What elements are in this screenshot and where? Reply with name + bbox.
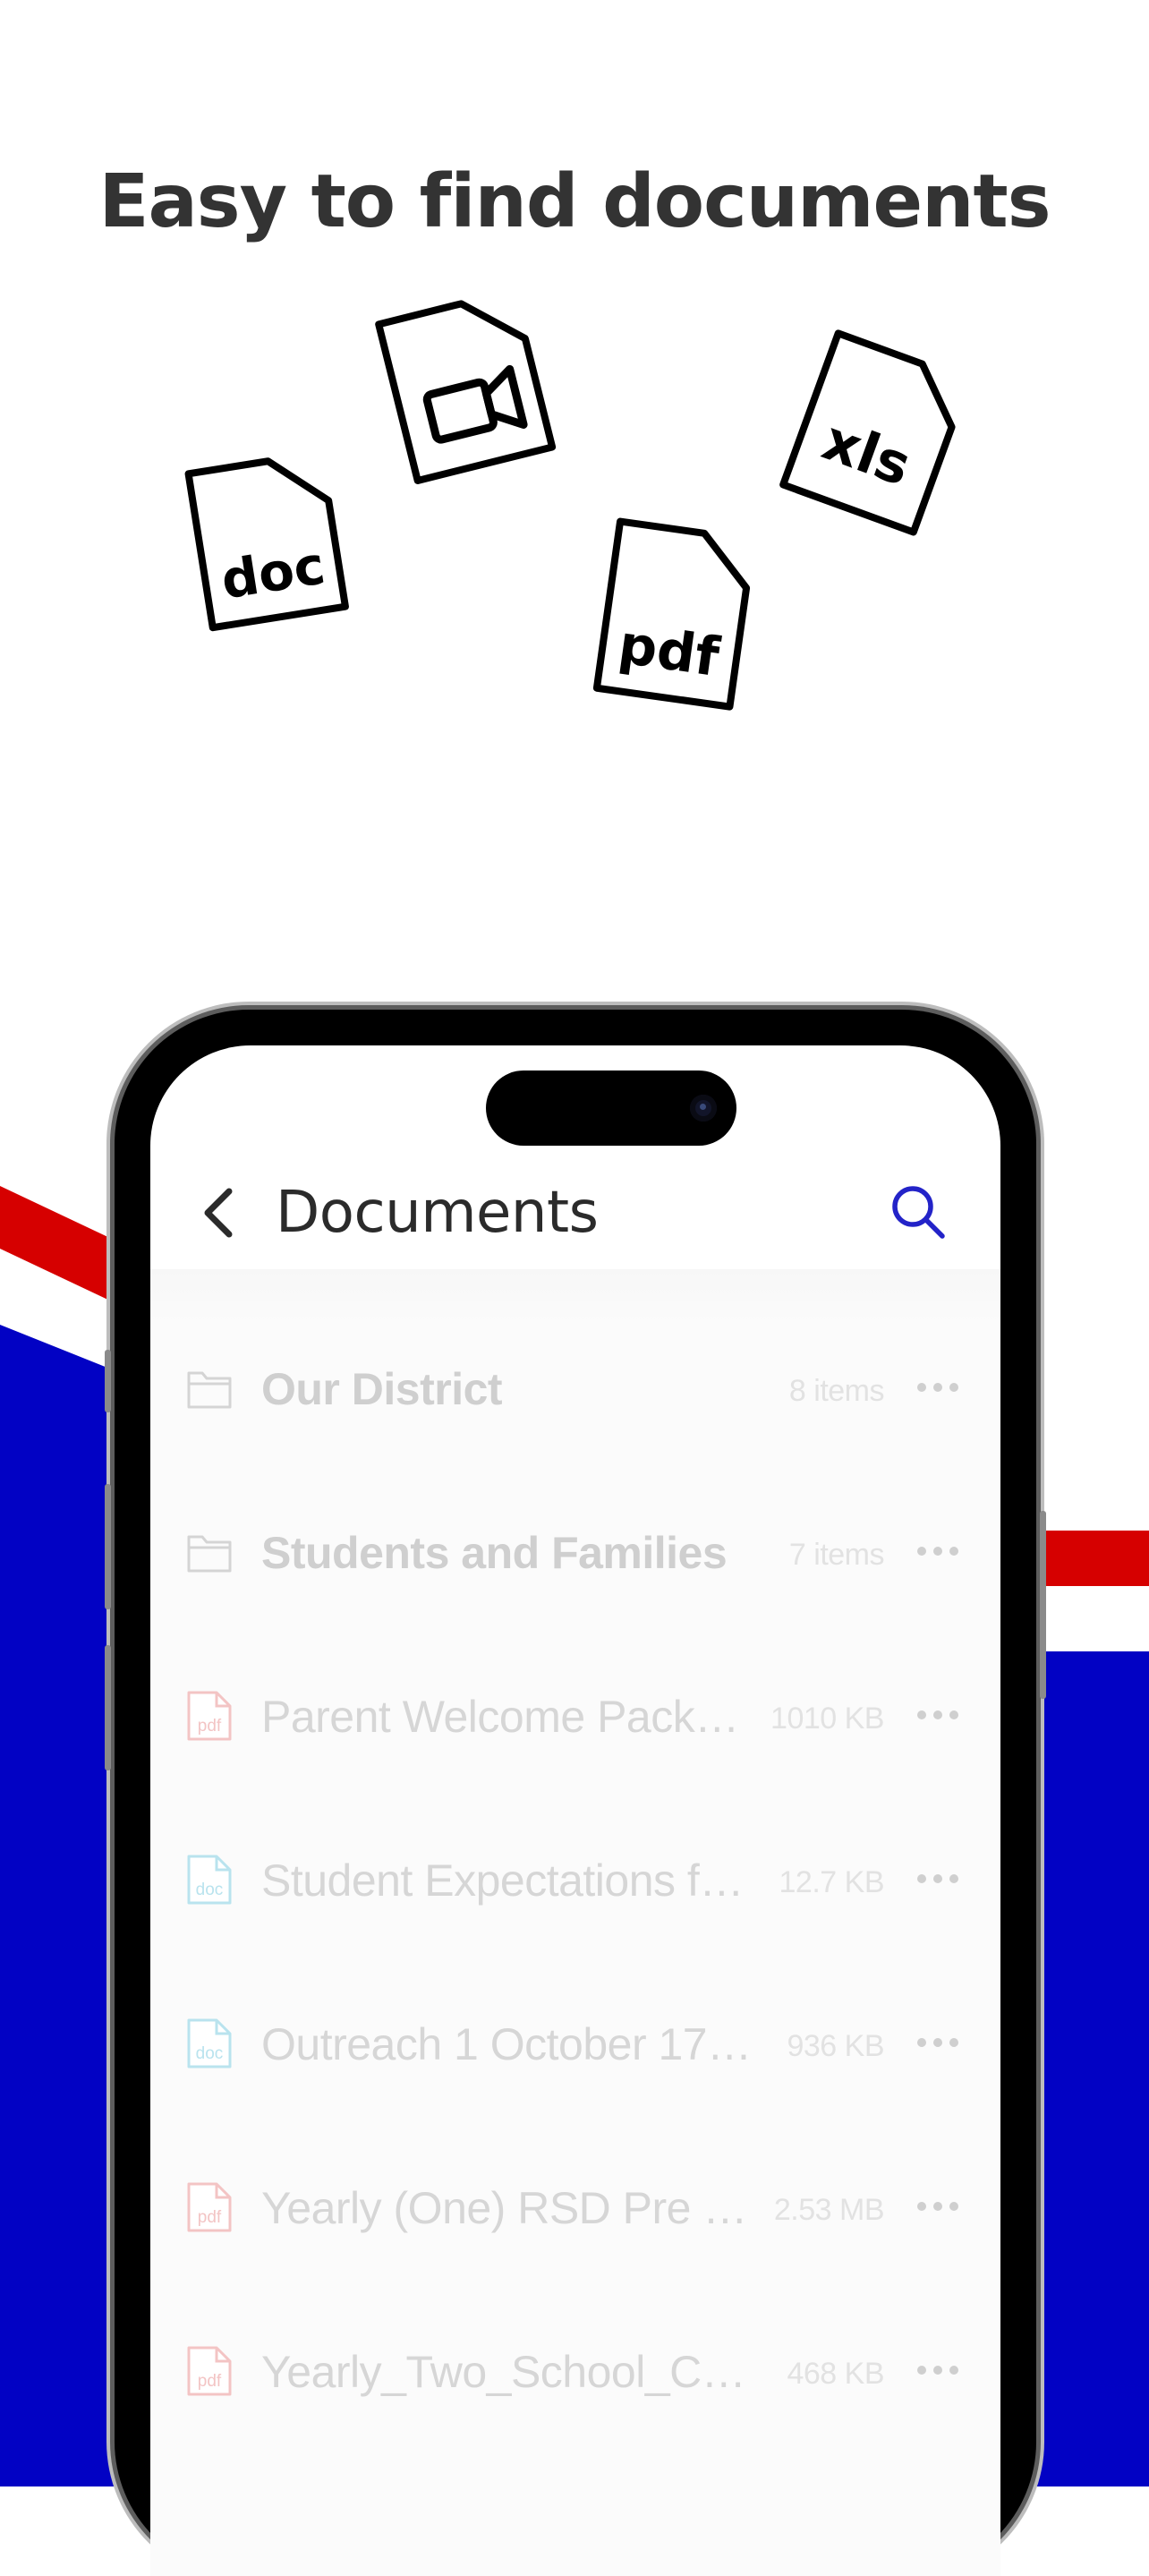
search-icon	[892, 1186, 945, 1239]
item-name: Outreach 1 October 17th.doc	[261, 2019, 758, 2069]
file-size: 12.7 KB	[779, 1865, 885, 1899]
file-size: 2.53 MB	[773, 2193, 885, 2227]
phone-side-button	[105, 1645, 111, 1770]
file-row[interactable]: doc Student Expectations for... 12.7 KB	[150, 1798, 1000, 1962]
chevron-left-icon	[204, 1188, 233, 1238]
item-count: 8 items	[788, 1374, 885, 1408]
file-type-badge: doc	[196, 2044, 224, 2063]
pdf-icon: pdf	[187, 2182, 232, 2232]
more-icon[interactable]	[911, 2188, 965, 2224]
doc-icon: doc	[187, 2018, 232, 2068]
item-name: Our District	[261, 1364, 503, 1414]
pdf-icon: pdf	[187, 2346, 232, 2396]
file-type-badge: pdf	[198, 2372, 222, 2391]
back-button[interactable]	[197, 1186, 242, 1240]
file-row[interactable]: pdf Parent Welcome Packet.pdf 1010 KB	[150, 1634, 1000, 1798]
camera-icon	[690, 1095, 717, 1122]
item-name: Yearly (One) RSD Pre K Appl...	[261, 2183, 758, 2233]
item-name: Students and Families	[261, 1528, 728, 1578]
page-title: Documents	[276, 1180, 599, 1246]
file-row[interactable]: pdf Yearly (One) RSD Pre K Appl... 2.53 MB	[150, 2126, 1000, 2290]
navigation-bar: Documents	[150, 1146, 1000, 1271]
file-size: 1010 KB	[770, 1702, 884, 1736]
folder-icon	[187, 1535, 232, 1573]
file-size: 468 KB	[787, 2357, 884, 2391]
more-icon[interactable]	[911, 1861, 965, 1897]
file-row[interactable]: doc Outreach 1 October 17th.doc 936 KB	[150, 1962, 1000, 2126]
dynamic-island	[486, 1070, 736, 1146]
doc-icon: doc	[187, 1855, 232, 1905]
phone-side-button	[105, 1484, 111, 1609]
file-row[interactable]: pdf Yearly_Two_School_Calenda... 468 KB	[150, 2290, 1000, 2453]
item-name: Parent Welcome Packet.pdf	[261, 1692, 758, 1742]
more-icon[interactable]	[911, 2352, 965, 2388]
more-icon[interactable]	[911, 1369, 965, 1405]
folder-row[interactable]: Students and Families 7 items	[150, 1471, 1000, 1634]
phone-mockup: Documents Our District 8 items Students an…	[105, 1010, 1046, 2576]
phone-side-button	[1040, 1511, 1046, 1699]
search-button[interactable]	[889, 1183, 947, 1241]
document-list: Our District 8 items Students and Families…	[150, 1269, 1000, 2576]
file-type-badge: pdf	[198, 1717, 222, 1736]
folder-row[interactable]: Our District 8 items	[150, 1307, 1000, 1471]
item-name: Yearly_Two_School_Calenda...	[261, 2347, 758, 2397]
phone-screen: Documents Our District 8 items Students an…	[150, 1045, 1000, 2576]
phone-side-button	[105, 1350, 111, 1412]
folder-icon	[187, 1371, 232, 1409]
file-type-badge: doc	[196, 1881, 224, 1899]
file-size: 936 KB	[787, 2029, 884, 2063]
item-name: Student Expectations for...	[261, 1855, 758, 1906]
pdf-icon: pdf	[187, 1691, 232, 1741]
file-type-badge: pdf	[198, 2208, 222, 2227]
more-icon[interactable]	[911, 1697, 965, 1733]
more-icon[interactable]	[911, 2025, 965, 2060]
more-icon[interactable]	[911, 1533, 965, 1569]
item-count: 7 items	[788, 1538, 885, 1572]
